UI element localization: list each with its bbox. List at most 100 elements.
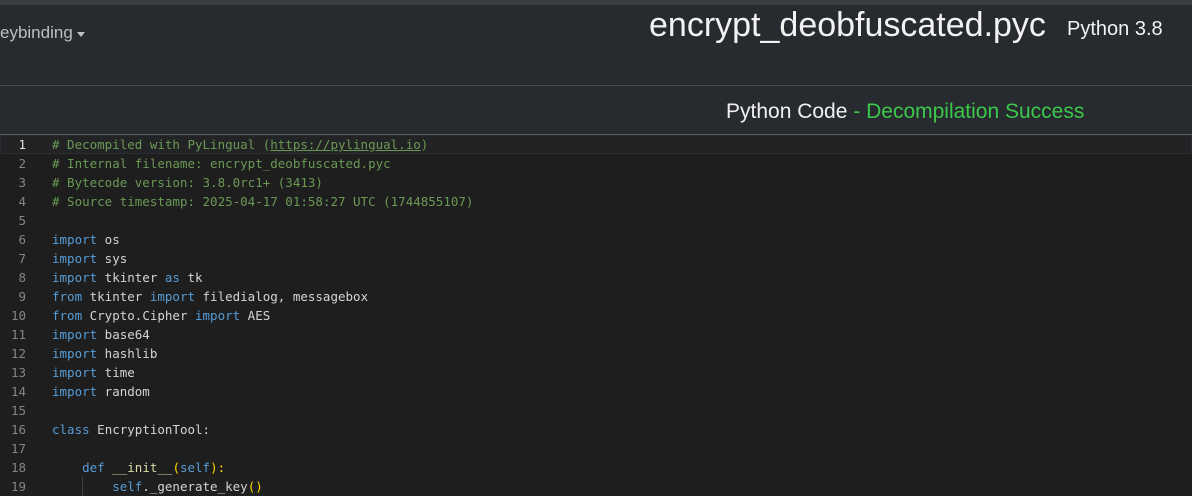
code-text: EncryptionTool: (89, 422, 211, 437)
comment: # Decompiled with PyLingual ( (52, 137, 271, 152)
keyword: from (52, 289, 83, 304)
keyword: class (52, 422, 90, 437)
code-line: 19 self._generate_key() (0, 477, 1192, 496)
line-code: import tkinter as tk (52, 268, 203, 287)
line-code: class EncryptionTool: (52, 420, 210, 439)
url-link[interactable]: https://pylingual.io (270, 137, 421, 152)
self-ref: self (112, 479, 143, 494)
code-text: base64 (97, 327, 150, 342)
code-line: 12 import hashlib (0, 344, 1192, 363)
panel-title: Python Code - Decompilation Success (726, 99, 1084, 125)
line-number: 8 (18, 270, 26, 285)
comment: # Source timestamp: 2025-04-17 01:58:27 … (52, 194, 474, 209)
code-line: 9 from tkinter import filedialog, message… (0, 287, 1192, 306)
keyword: def (82, 460, 105, 475)
decompilation-status: Decompilation Success (866, 100, 1085, 123)
line-number: 6 (18, 232, 26, 247)
caret-down-icon (76, 31, 85, 37)
code-line: 16 class EncryptionTool: (0, 420, 1192, 439)
code-line: 7 import sys (0, 249, 1192, 268)
keyword: import (52, 232, 98, 247)
keyword: import (52, 327, 98, 342)
code-text: time (97, 365, 135, 380)
keyword: import (52, 346, 98, 361)
code-line: 14 import random (0, 382, 1192, 401)
function-name: __init__ (112, 460, 173, 475)
line-code: self._generate_key() (52, 477, 263, 496)
separator: - (847, 100, 867, 123)
line-code: import hashlib (52, 344, 157, 363)
keybinding-dropdown[interactable]: eybinding (0, 22, 85, 44)
line-number: 19 (10, 479, 26, 494)
line-number: 9 (18, 289, 26, 304)
line-code: import base64 (52, 325, 150, 344)
code-text: tkinter (82, 289, 150, 304)
code-line: 1 # Decompiled with PyLingual (https://py… (0, 135, 1192, 154)
code-text: Crypto.Cipher (82, 308, 195, 323)
code-line: 17 (0, 439, 1192, 458)
code-line: 5 (0, 211, 1192, 230)
line-number: 1 (18, 137, 26, 152)
code-editor[interactable]: 1 # Decompiled with PyLingual (https://py… (0, 135, 1192, 496)
line-number: 10 (10, 308, 26, 323)
code-line: 3 # Bytecode version: 3.8.0rc1+ (3413) (0, 173, 1192, 192)
line-number: 2 (18, 156, 26, 171)
code-line: 4 # Source timestamp: 2025-04-17 01:58:27… (0, 192, 1192, 211)
line-number: 15 (10, 403, 26, 418)
paren: ): (210, 460, 226, 475)
line-number: 14 (10, 384, 26, 399)
code-text: random (97, 384, 150, 399)
line-number: 4 (18, 194, 26, 209)
keyword: as (164, 270, 180, 285)
line-code: from tkinter import filedialog, messageb… (52, 287, 368, 306)
line-code: from Crypto.Cipher import AES (52, 306, 270, 325)
comment: ) (420, 137, 429, 152)
keyword: import (52, 251, 98, 266)
code-text: tkinter (97, 270, 165, 285)
paren: ( (172, 460, 180, 475)
code-text: hashlib (97, 346, 158, 361)
line-number: 17 (10, 441, 26, 456)
line-number: 16 (10, 422, 26, 437)
code-line: 6 import os (0, 230, 1192, 249)
keybinding-label: eybinding (0, 23, 73, 42)
comment: # Internal filename: encrypt_deobfuscate… (52, 156, 391, 171)
line-number: 12 (10, 346, 26, 361)
code-text: os (97, 232, 120, 247)
code-line: 11 import base64 (0, 325, 1192, 344)
panel-title-label: Python Code (726, 100, 848, 123)
line-code: # Decompiled with PyLingual (https://pyl… (52, 135, 428, 154)
code-line: 13 import time (0, 363, 1192, 382)
code-line: 8 import tkinter as tk (0, 268, 1192, 287)
code-text: ._generate_key (142, 479, 248, 494)
line-number: 7 (18, 251, 26, 266)
line-code: import os (52, 230, 120, 249)
comment: # Bytecode version: 3.8.0rc1+ (3413) (52, 175, 323, 190)
self-param: self (179, 460, 211, 475)
line-code: import time (52, 363, 135, 382)
line-number: 18 (10, 460, 26, 475)
code-line: 18 def __init__(self): (0, 458, 1192, 477)
keyword: from (52, 308, 83, 323)
code-line: 10 from Crypto.Cipher import AES (0, 306, 1192, 325)
paren: () (247, 479, 263, 494)
code-text: filedialog, messagebox (195, 289, 369, 304)
line-code: def __init__(self): (52, 458, 225, 477)
python-version: Python 3.8 (1067, 18, 1163, 40)
code-text: AES (240, 308, 271, 323)
line-number: 5 (18, 213, 26, 228)
keyword: import (52, 384, 98, 399)
code-line: 2 # Internal filename: encrypt_deobfuscat… (0, 154, 1192, 173)
line-code: import sys (52, 249, 127, 268)
file-title: encrypt_deobfuscated.pyc (649, 6, 1046, 44)
line-number: 3 (18, 175, 26, 190)
code-line: 15 (0, 401, 1192, 420)
code-text: tk (179, 270, 203, 285)
code-panel-header: Python Code - Decompilation Success (0, 86, 1192, 135)
keyword: import (52, 365, 98, 380)
code-text: sys (97, 251, 128, 266)
keyword: import (52, 270, 98, 285)
line-number: 11 (10, 327, 26, 342)
keyword: import (195, 308, 241, 323)
line-number: 13 (10, 365, 26, 380)
